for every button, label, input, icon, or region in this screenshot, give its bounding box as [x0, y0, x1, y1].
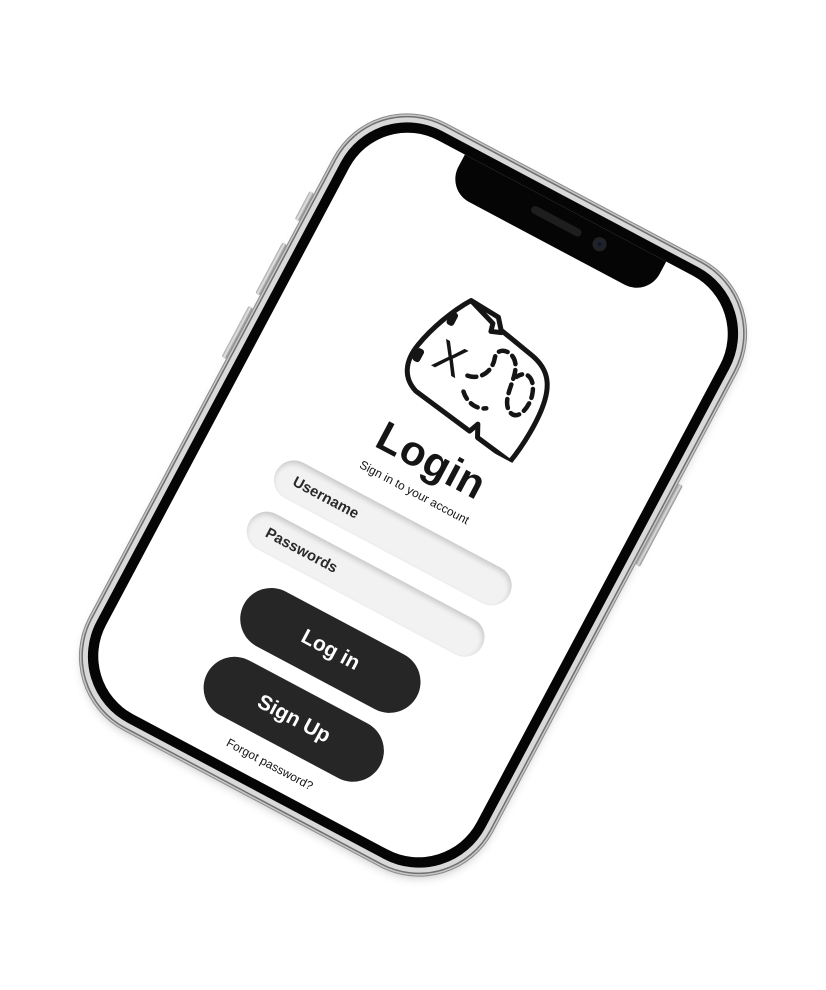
phone-screen: X Login Sign in to your account Log in S… [75, 109, 751, 881]
phone-mockup: X Login Sign in to your account Log in S… [54, 89, 772, 901]
logo-x-mark: X [425, 330, 474, 387]
front-camera-icon [590, 234, 610, 254]
stage: X Login Sign in to your account Log in S… [0, 0, 826, 990]
login-screen: X Login Sign in to your account Log in S… [75, 109, 751, 880]
